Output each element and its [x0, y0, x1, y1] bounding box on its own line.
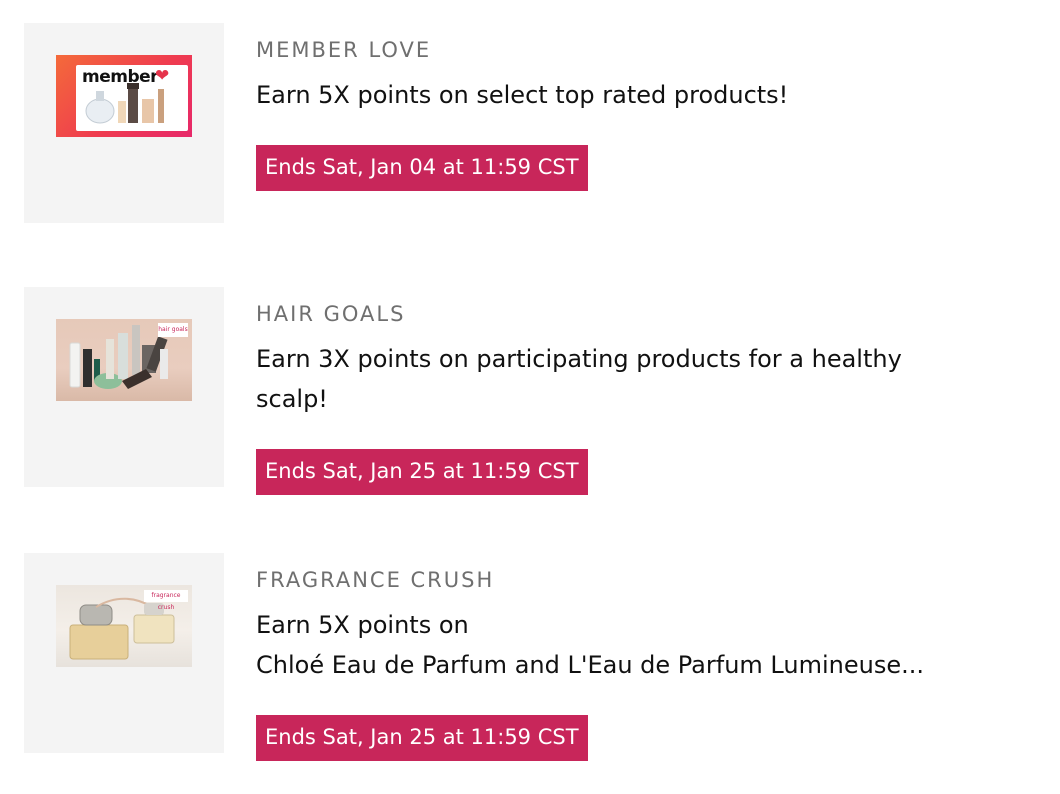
offer-description-line: Chloé Eau de Parfum and L'Eau de Parfum … — [256, 651, 924, 679]
offer-description[interactable]: Earn 5X points on Chloé Eau de Parfum an… — [256, 605, 1016, 685]
offer-thumbnail-box[interactable]: fragrance crush — [24, 553, 224, 753]
offer-thumbnail-box[interactable]: hair goals — [24, 287, 224, 487]
offer-card[interactable]: member ❤ MEMBER LOVE Earn 5X points on s… — [24, 23, 1034, 223]
offer-category: MEMBER LOVE — [256, 38, 432, 62]
offer-description-line: Earn 5X points on — [256, 611, 469, 639]
member-love-thumbnail[interactable]: member ❤ — [56, 55, 192, 137]
offer-card[interactable]: fragrance crush FRAGRANCE CRUSH Earn 5X … — [24, 553, 1034, 761]
offer-description[interactable]: Earn 5X points on select top rated produ… — [256, 75, 1016, 115]
offer-content: MEMBER LOVE Earn 5X points on select top… — [256, 37, 1016, 191]
offer-end-date-badge: Ends Sat, Jan 25 at 11:59 CST — [256, 715, 588, 761]
offer-description-line: Earn 3X points on participating products… — [256, 345, 902, 373]
offer-card[interactable]: hair goals HAIR GOALS Earn 3X points on … — [24, 287, 1034, 495]
heart-icon: ❤ — [155, 66, 170, 86]
offer-content: HAIR GOALS Earn 3X points on participati… — [256, 301, 1016, 495]
offer-category: FRAGRANCE CRUSH — [256, 568, 495, 592]
member-wordmark: member — [82, 67, 159, 87]
offer-end-date-badge: Ends Sat, Jan 04 at 11:59 CST — [256, 145, 588, 191]
offer-description-line: Earn 5X points on select top rated produ… — [256, 81, 789, 109]
offer-thumbnail-box[interactable]: member ❤ — [24, 23, 224, 223]
fragrance-crush-tag: fragrance crush — [144, 590, 188, 611]
offer-content: FRAGRANCE CRUSH Earn 5X points on Chloé … — [256, 567, 1016, 761]
offer-description[interactable]: Earn 3X points on participating products… — [256, 339, 1016, 419]
offer-category: HAIR GOALS — [256, 302, 406, 326]
offer-description-line: scalp! — [256, 385, 328, 413]
hair-goals-tag: hair goals — [158, 323, 188, 337]
offer-end-date-badge: Ends Sat, Jan 25 at 11:59 CST — [256, 449, 588, 495]
fragrance-crush-thumbnail[interactable]: fragrance crush — [56, 585, 192, 667]
hair-goals-thumbnail[interactable]: hair goals — [56, 319, 192, 401]
